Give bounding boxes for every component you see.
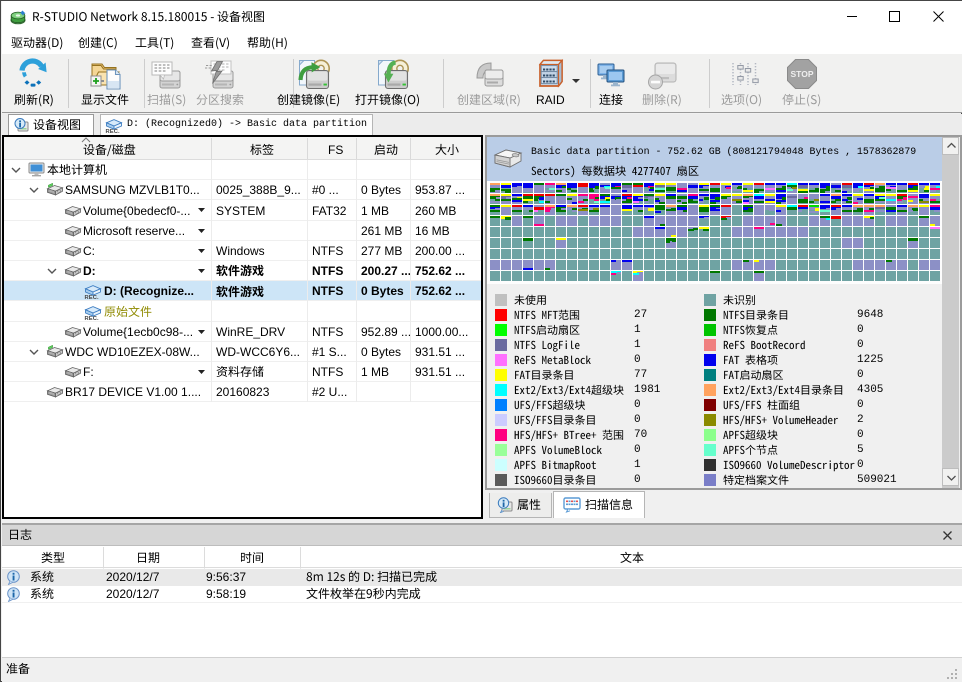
svg-text:REC.: REC. [106, 129, 121, 133]
svg-text:REC.: REC. [85, 295, 100, 299]
svg-text:STOP: STOP [791, 69, 814, 79]
svg-text:REC.: REC. [85, 315, 100, 319]
